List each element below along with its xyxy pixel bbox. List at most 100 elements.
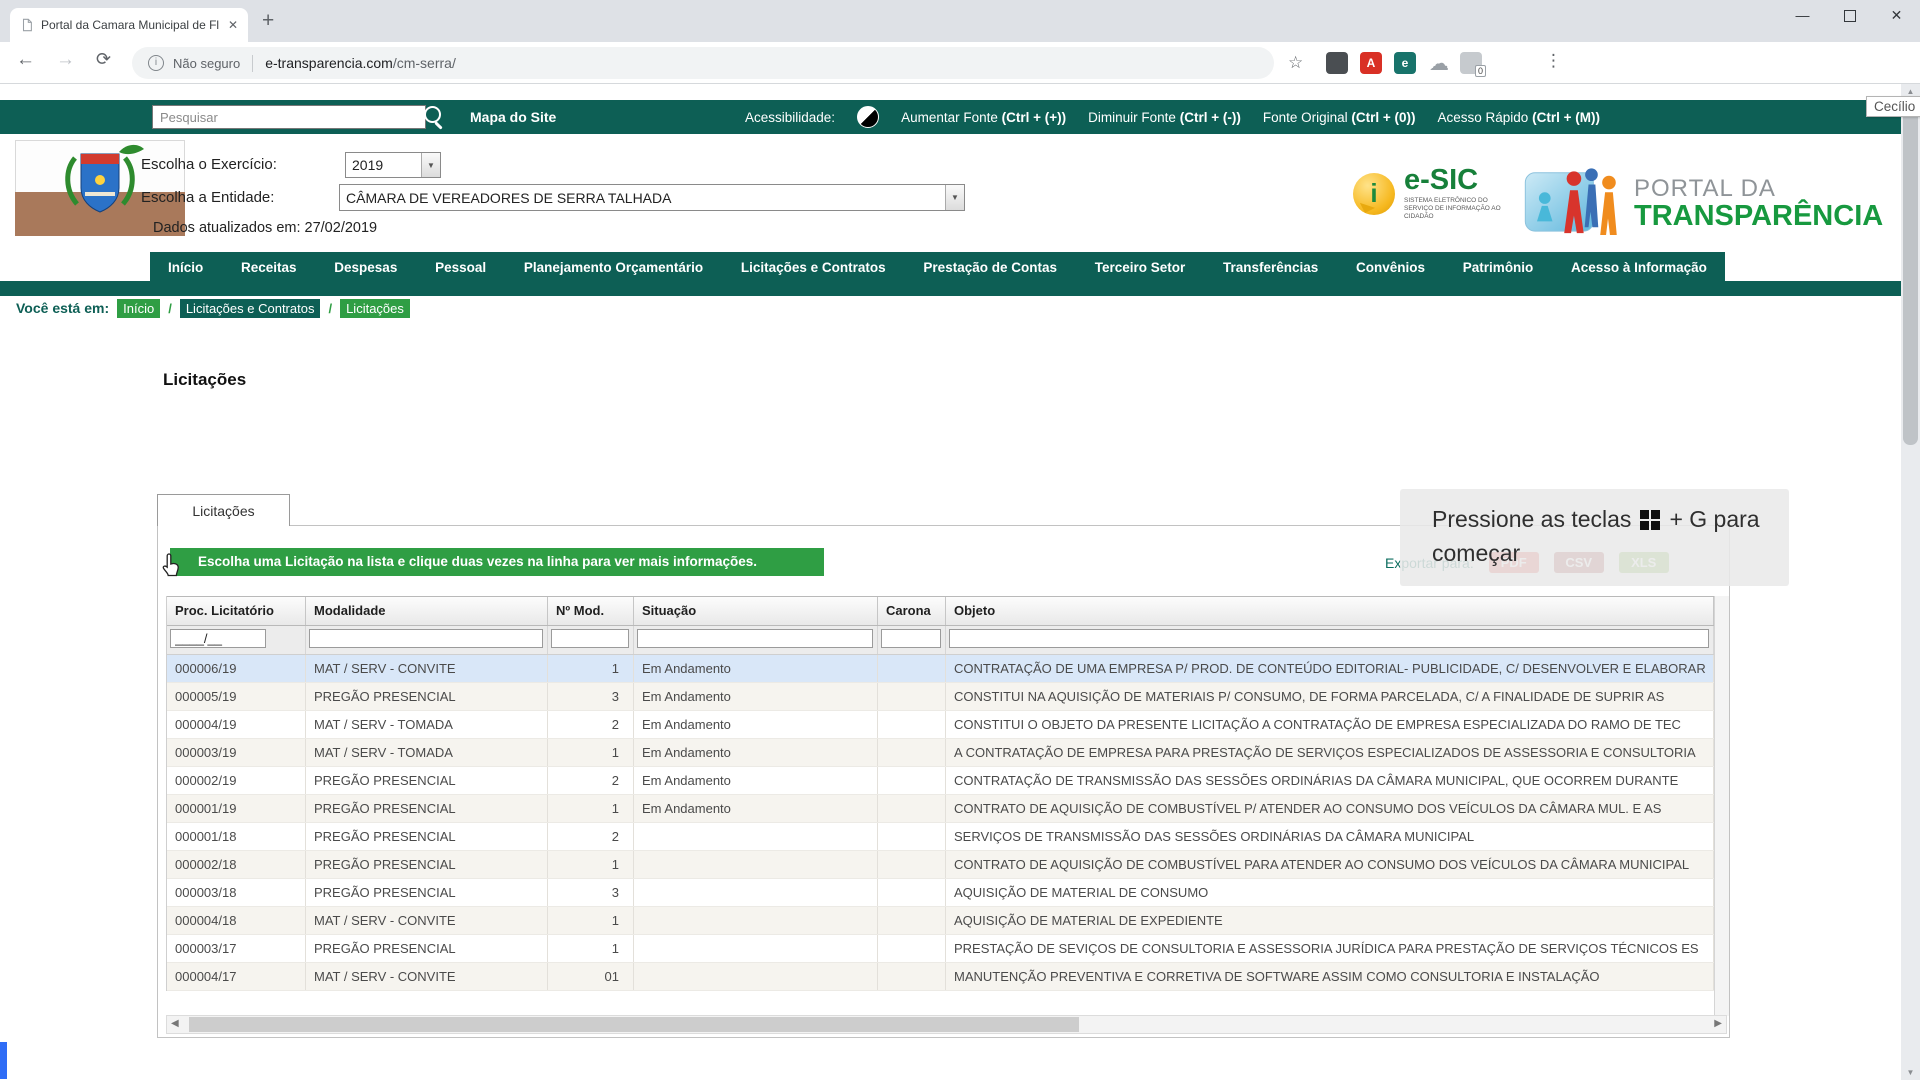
nav-item-planejamento-orcamentario[interactable]: Planejamento Orçamentário — [520, 260, 707, 275]
quick-access-link[interactable]: Acesso Rápido (Ctrl + (M)) — [1438, 110, 1600, 125]
table-row[interactable]: 000004/19MAT / SERV - TOMADA2Em Andament… — [167, 711, 1714, 739]
table-row[interactable]: 000001/19PREGÃO PRESENCIAL1Em AndamentoC… — [167, 795, 1714, 823]
security-label: Não seguro — [173, 56, 240, 71]
back-button[interactable]: ← — [16, 49, 35, 71]
table-row[interactable]: 000001/18PREGÃO PRESENCIAL2SERVIÇOS DE T… — [167, 823, 1714, 851]
contrast-icon[interactable] — [857, 106, 879, 128]
exercise-select[interactable]: 2019 ▼ — [345, 152, 441, 178]
cell-sit: Em Andamento — [634, 655, 878, 682]
nav-item-despesas[interactable]: Despesas — [330, 260, 401, 275]
cell-mod: MAT / SERV - CONVITE — [306, 907, 548, 934]
nav-item-acesso-a-informacao[interactable]: Acesso à Informação — [1567, 260, 1711, 275]
column-header-carona[interactable]: Carona — [878, 597, 946, 625]
reload-button[interactable]: ⟳ — [96, 49, 111, 70]
minimize-button[interactable]: — — [1779, 0, 1826, 32]
column-header-modalidade[interactable]: Modalidade — [306, 597, 548, 625]
accessibility-bar: Acessibilidade: Aumentar Fonte (Ctrl + (… — [745, 100, 1600, 134]
filter-input-n-mod[interactable] — [551, 629, 629, 648]
maximize-icon — [1844, 10, 1856, 22]
close-button[interactable]: ✕ — [1873, 0, 1920, 32]
tab-close-icon[interactable]: ✕ — [228, 18, 238, 32]
extension-icon-adobe[interactable]: A — [1360, 52, 1382, 74]
column-header-proc-licitatorio[interactable]: Proc. Licitatório — [167, 597, 306, 625]
page-title: Licitações — [163, 370, 246, 390]
nav-strip — [0, 281, 1901, 296]
column-header-n-mod[interactable]: Nº Mod. — [548, 597, 634, 625]
browser-menu-icon[interactable]: ⋮ — [1545, 51, 1562, 71]
esic-logo[interactable]: i e-SIC SISTEMA ELETRÔNICO DO SERVIÇO DE… — [1353, 166, 1504, 221]
gamebar-text-after: + G para — [1669, 503, 1759, 536]
table-vertical-scrollbar[interactable] — [1714, 596, 1729, 1016]
nav-item-receitas[interactable]: Receitas — [237, 260, 301, 275]
filter-input-modalidade[interactable] — [309, 629, 543, 648]
extension-icon-cloud[interactable]: ☁ — [1428, 52, 1450, 74]
cell-mod: PREGÃO PRESENCIAL — [306, 795, 548, 822]
nav-item-terceiro-setor[interactable]: Terceiro Setor — [1091, 260, 1190, 275]
table-row[interactable]: 000004/18MAT / SERV - CONVITE1AQUISIÇÃO … — [167, 907, 1714, 935]
horizontal-scroll-thumb[interactable] — [189, 1017, 1079, 1032]
nav-item-prestacao-de-contas[interactable]: Prestação de Contas — [919, 260, 1061, 275]
scroll-up-icon[interactable]: ▲ — [1901, 87, 1920, 96]
filter-input-carona[interactable] — [881, 629, 941, 648]
scroll-right-icon[interactable]: ▶ — [1714, 1018, 1722, 1029]
table-row[interactable]: 000003/19MAT / SERV - TOMADA1Em Andament… — [167, 739, 1714, 767]
maximize-button[interactable] — [1826, 0, 1873, 32]
nav-item-patrimonio[interactable]: Patrimônio — [1459, 260, 1538, 275]
cell-sit: Em Andamento — [634, 795, 878, 822]
table-horizontal-scrollbar[interactable]: ◀ ▶ — [166, 1015, 1727, 1034]
tab-licitacoes[interactable]: Licitações — [157, 494, 290, 526]
new-tab-button[interactable]: + — [262, 9, 274, 33]
column-header-objeto[interactable]: Objeto — [946, 597, 1714, 625]
forward-button[interactable]: → — [56, 49, 75, 71]
select-arrow-icon: ▼ — [945, 185, 964, 210]
nav-item-transferencias[interactable]: Transferências — [1219, 260, 1322, 275]
table-row[interactable]: 000003/18PREGÃO PRESENCIAL3AQUISIÇÃO DE … — [167, 879, 1714, 907]
filter-cell — [878, 626, 946, 654]
filter-input-situacao[interactable] — [637, 629, 873, 648]
url-bar[interactable]: i Não seguro e-transparencia.com/cm-serr… — [132, 47, 1274, 79]
scroll-left-icon[interactable]: ◀ — [171, 1018, 179, 1029]
cell-obj: CONSTITUI O OBJETO DA PRESENTE LICITAÇÃO… — [946, 711, 1714, 738]
table-row[interactable]: 000002/18PREGÃO PRESENCIAL1CONTRATO DE A… — [167, 851, 1714, 879]
filter-cell — [946, 626, 1714, 654]
search-input[interactable] — [152, 105, 426, 129]
vertical-scroll-thumb[interactable] — [1903, 100, 1918, 445]
increase-font-link[interactable]: Aumentar Fonte (Ctrl + (+)) — [901, 110, 1066, 125]
cell-obj: A CONTRATAÇÃO DE EMPRESA PARA PRESTAÇÃO … — [946, 739, 1714, 766]
sitemap-link[interactable]: Mapa do Site — [470, 100, 556, 134]
table-row[interactable]: 000002/19PREGÃO PRESENCIAL2Em AndamentoC… — [167, 767, 1714, 795]
filter-input-objeto[interactable] — [949, 629, 1709, 648]
browser-tab[interactable]: Portal da Camara Municipal de Fl ✕ — [10, 8, 248, 42]
extension-icon-1[interactable] — [1326, 52, 1348, 74]
table-row[interactable]: 000003/17PREGÃO PRESENCIAL1PRESTAÇÃO DE … — [167, 935, 1714, 963]
table-row[interactable]: 000006/19MAT / SERV - CONVITE1Em Andamen… — [167, 655, 1714, 683]
original-font-link[interactable]: Fonte Original (Ctrl + (0)) — [1263, 110, 1416, 125]
extension-icon-3[interactable]: 0 — [1460, 52, 1482, 74]
cell-mod: PREGÃO PRESENCIAL — [306, 767, 548, 794]
table-row[interactable]: 000005/19PREGÃO PRESENCIAL3Em AndamentoC… — [167, 683, 1714, 711]
column-header-situacao[interactable]: Situação — [634, 597, 878, 625]
breadcrumb-item-licitacoes-e-contratos[interactable]: Licitações e Contratos — [180, 299, 321, 318]
entity-select[interactable]: CÂMARA DE VEREADORES DE SERRA TALHADA ▼ — [339, 184, 965, 211]
page-vertical-scrollbar[interactable]: ▲ ▼ — [1901, 84, 1920, 1080]
cell-sit — [634, 907, 878, 934]
scroll-down-icon[interactable]: ▼ — [1901, 1068, 1920, 1077]
breadcrumb-item-licitacoes[interactable]: Licitações — [340, 299, 410, 318]
cell-car — [878, 879, 946, 906]
cell-proc: 000001/19 — [167, 795, 306, 822]
cell-sit: Em Andamento — [634, 683, 878, 710]
table-row[interactable]: 000004/17MAT / SERV - CONVITE01MANUTENÇÃ… — [167, 963, 1714, 991]
decrease-font-link[interactable]: Diminuir Fonte (Ctrl + (-)) — [1088, 110, 1241, 125]
nav-item-pessoal[interactable]: Pessoal — [431, 260, 490, 275]
page-info-icon[interactable]: i — [148, 55, 164, 71]
nav-item-licitacoes-e-contratos[interactable]: Licitações e Contratos — [737, 260, 890, 275]
nav-item-inicio[interactable]: Início — [164, 260, 207, 275]
breadcrumb-item-inicio[interactable]: Início — [117, 299, 160, 318]
bookmark-star-icon[interactable]: ☆ — [1288, 53, 1303, 73]
cell-mod: MAT / SERV - CONVITE — [306, 963, 548, 990]
filter-input-proc-licitatorio[interactable] — [170, 629, 266, 648]
gamebar-text-line2: começar — [1432, 536, 1789, 571]
nav-item-convenios[interactable]: Convênios — [1352, 260, 1429, 275]
extension-icon-2[interactable]: e — [1394, 52, 1416, 74]
search-icon[interactable] — [424, 106, 441, 123]
